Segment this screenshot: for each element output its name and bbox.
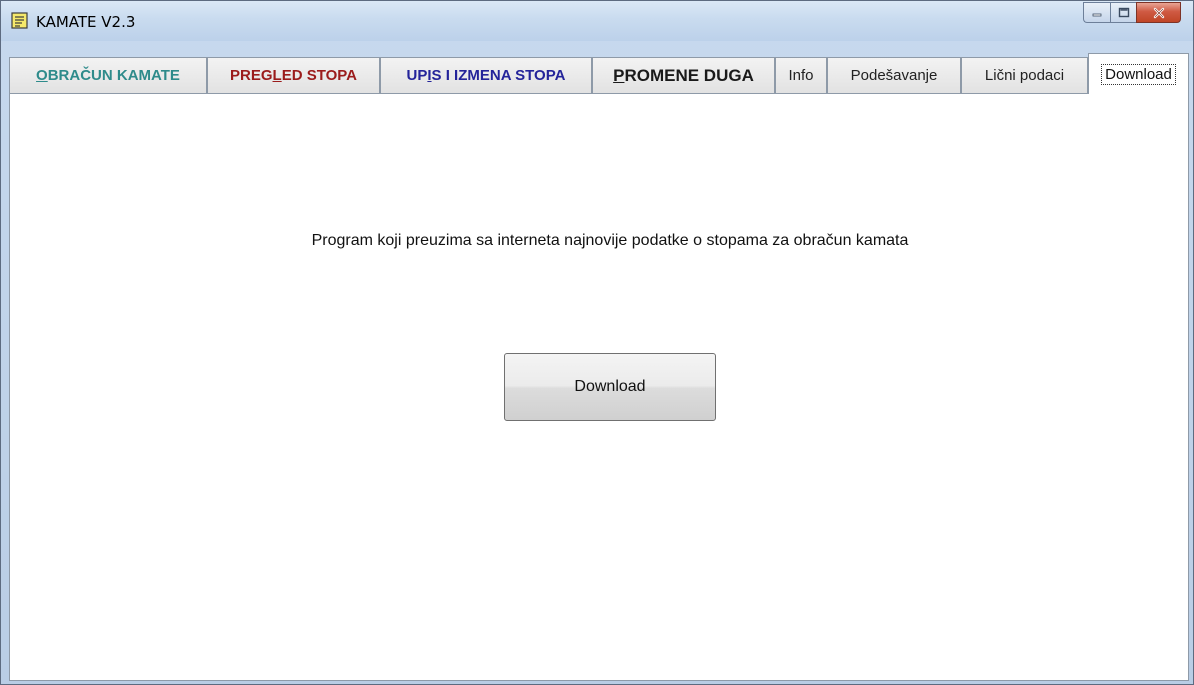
tab-label: Download: [1101, 63, 1176, 85]
title-bar[interactable]: KAMATE V2.3: [1, 1, 1193, 41]
minimize-icon: [1092, 13, 1102, 16]
tab-label: UPIS I IZMENA STOPA: [406, 67, 566, 84]
notepad-icon[interactable]: [11, 12, 28, 29]
tab-promene-duga[interactable]: PROMENE DUGA: [592, 57, 775, 93]
tab-label: OBRAČUN KAMATE: [36, 67, 180, 84]
tab-info[interactable]: Info: [775, 57, 827, 93]
close-icon: [1153, 7, 1164, 18]
app-window: KAMATE V2.3 OBRAČUN KAMATE PREGLED STOPA…: [0, 0, 1194, 685]
tab-label: Info: [788, 67, 814, 84]
tab-licni-podaci[interactable]: Lični podaci: [961, 57, 1088, 93]
download-tab-panel: Program koji preuzima sa interneta najno…: [9, 93, 1189, 681]
tab-label: PROMENE DUGA: [613, 65, 754, 85]
download-button[interactable]: Download: [504, 353, 716, 421]
tab-obracun-kamate[interactable]: OBRAČUN KAMATE: [9, 57, 207, 93]
tab-label: Podešavanje: [850, 67, 938, 84]
close-button[interactable]: [1136, 2, 1181, 23]
tab-podesavanje[interactable]: Podešavanje: [827, 57, 961, 93]
tab-label: Lični podaci: [984, 67, 1065, 84]
minimize-button[interactable]: [1083, 2, 1110, 23]
tab-pregled-stopa[interactable]: PREGLED STOPA: [207, 57, 380, 93]
window-title: KAMATE V2.3: [36, 13, 136, 31]
window-controls: [1083, 2, 1181, 24]
tab-label: PREGLED STOPA: [230, 67, 357, 84]
tab-strip: OBRAČUN KAMATE PREGLED STOPA UPIS I IZME…: [9, 53, 1189, 94]
download-description: Program koji preuzima sa interneta najno…: [311, 232, 909, 249]
maximize-icon: [1118, 7, 1129, 18]
maximize-button[interactable]: [1110, 2, 1136, 23]
tab-upis-izmena-stopa[interactable]: UPIS I IZMENA STOPA: [380, 57, 592, 93]
tab-download[interactable]: Download: [1088, 53, 1189, 94]
